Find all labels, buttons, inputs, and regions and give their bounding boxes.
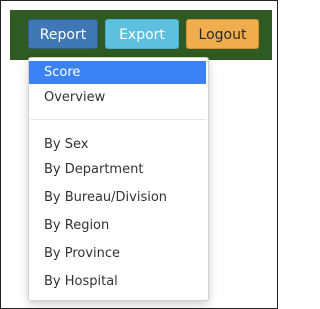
menu-item-by-hospital[interactable]: By Hospital bbox=[29, 270, 206, 293]
menu-item-by-province[interactable]: By Province bbox=[29, 242, 206, 265]
menu-divider bbox=[30, 119, 206, 120]
menu-item-by-region[interactable]: By Region bbox=[29, 214, 206, 237]
export-button[interactable]: Export bbox=[105, 19, 179, 49]
menu-item-score[interactable]: Score bbox=[29, 61, 206, 84]
report-button[interactable]: Report bbox=[28, 19, 98, 49]
menu-item-by-bureau-division[interactable]: By Bureau/Division bbox=[29, 186, 206, 209]
app-frame: Report Export Logout Score Overview By S… bbox=[0, 0, 278, 309]
menu-item-by-sex[interactable]: By Sex bbox=[29, 133, 206, 156]
logout-button[interactable]: Logout bbox=[186, 19, 259, 49]
report-dropdown-menu: Score Overview By Sex By Department By B… bbox=[28, 57, 209, 301]
menu-item-overview[interactable]: Overview bbox=[29, 86, 206, 109]
menu-item-by-department[interactable]: By Department bbox=[29, 158, 206, 181]
